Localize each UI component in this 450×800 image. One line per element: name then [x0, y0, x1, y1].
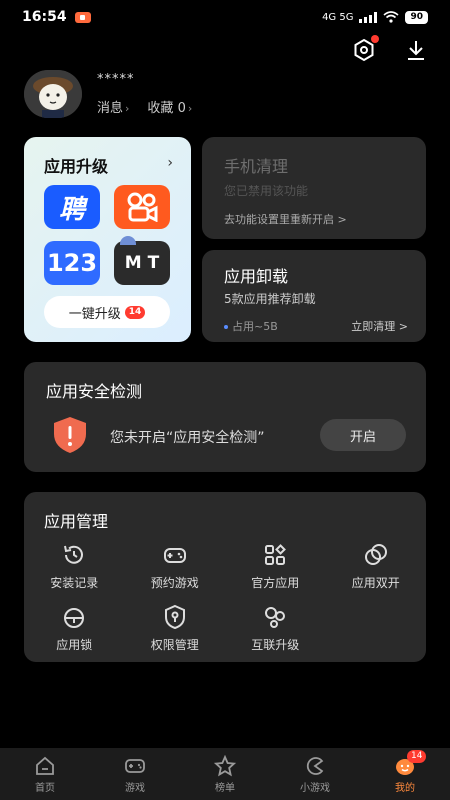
management-item-permissions[interactable]: 权限管理 — [125, 604, 226, 658]
status-time: 16:54 — [22, 9, 67, 25]
app-tile-123: 123 — [44, 241, 100, 285]
pacman-icon — [306, 756, 324, 775]
security-check-card: 应用安全检测 您未开启“应用安全检测” 开启 — [24, 362, 426, 472]
nav-label: 榜单 — [215, 782, 235, 794]
management-item-label: 安装记录 — [50, 576, 99, 590]
kuaishou-icon — [127, 192, 158, 222]
gamepad-icon — [125, 758, 145, 773]
management-item-label: 应用双开 — [351, 576, 400, 590]
profile-section: ***** 消息 › 收藏 0 › — [24, 70, 192, 118]
upgrade-app-grid: 聘 123 M T — [44, 185, 170, 285]
messages-label: 消息 — [97, 101, 124, 116]
history-icon — [64, 545, 84, 564]
notification-dot — [371, 35, 379, 43]
shield-key-icon — [164, 604, 185, 630]
avatar[interactable] — [24, 70, 82, 118]
profile-info: ***** 消息 › 收藏 0 › — [97, 72, 192, 116]
top-actions — [352, 35, 428, 62]
uninstall-subtitle: 5款应用推荐卸载 — [224, 292, 316, 306]
nav-mini-games[interactable]: 小游戏 — [270, 748, 360, 800]
management-item-label: 预约游戏 — [150, 576, 199, 590]
app-tile-kuaishou — [114, 185, 170, 229]
nav-label: 我的 — [395, 782, 415, 794]
download-icon — [408, 41, 424, 60]
enable-security-button[interactable]: 开启 — [320, 419, 406, 451]
management-item-install-history[interactable]: 安装记录 — [24, 542, 125, 596]
lock-icon — [64, 608, 85, 628]
bottom-navigation: 首页 游戏 榜单 小游戏 我的 14 — [0, 748, 450, 800]
management-item-official-apps[interactable]: 官方应用 — [225, 542, 326, 596]
download-button[interactable] — [404, 38, 428, 62]
status-bar: 16:54 4G 5G 90 — [0, 0, 450, 34]
management-item-app-lock[interactable]: 应用锁 — [24, 604, 125, 658]
management-grid: 安装记录 预约游戏 官方应用 应用双开 应用锁 权限管理 互联升级 — [24, 542, 426, 658]
nav-mine[interactable]: 我的 14 — [360, 748, 450, 800]
status-indicators: 4G 5G 90 — [322, 10, 428, 24]
management-item-label: 应用锁 — [56, 638, 93, 652]
app-notification-icon — [74, 11, 91, 23]
app-tile-label: M T — [124, 253, 160, 273]
management-item-label: 互联升级 — [251, 638, 300, 652]
settings-button[interactable] — [352, 35, 379, 62]
management-item-label: 官方应用 — [251, 576, 300, 590]
battery-indicator: 90 — [405, 10, 428, 24]
wifi-icon — [383, 11, 399, 23]
nav-label: 小游戏 — [300, 782, 330, 794]
management-item-connected-upgrade[interactable]: 互联升级 — [225, 604, 326, 658]
app-management-card: 应用管理 安装记录 预约游戏 官方应用 应用双开 应用锁 权限管理 互联升级 — [24, 492, 426, 662]
uninstall-usage: 占用~5B — [224, 318, 278, 334]
avatar-image — [24, 70, 82, 118]
clean-now-link[interactable]: 立即清理 > — [351, 318, 408, 334]
android-icon — [120, 236, 136, 245]
upgrade-title: 应用升级 — [44, 157, 109, 176]
apps-grid-icon — [265, 544, 287, 565]
upgrade-count-badge: 14 — [124, 305, 146, 319]
one-key-upgrade-label: 一键升级 — [68, 306, 121, 322]
cleanup-title: 手机清理 — [224, 157, 289, 176]
profile-links: 消息 › 收藏 0 › — [97, 97, 192, 116]
app-tile-label: 123 — [46, 249, 98, 277]
app-tile-label: 聘 — [58, 194, 85, 225]
messages-link[interactable]: 消息 › — [97, 97, 129, 116]
network-label: 4G 5G — [322, 11, 354, 23]
chevron-right-icon: › — [187, 102, 193, 115]
one-key-upgrade-button[interactable]: 一键升级 14 — [44, 296, 170, 328]
management-item-reserve-game[interactable]: 预约游戏 — [125, 542, 226, 596]
cleanup-subtitle: 您已禁用该功能 — [224, 184, 309, 198]
gamepad-icon — [163, 548, 186, 563]
cleanup-settings-link[interactable]: 去功能设置里重新开启 > — [224, 211, 347, 227]
upgrade-card[interactable]: 应用升级 › 聘 123 M T 一键升级 14 — [24, 137, 191, 342]
management-title: 应用管理 — [44, 512, 109, 531]
favorites-count: 0 — [177, 101, 186, 116]
app-uninstall-card[interactable]: 应用卸载 5款应用推荐卸载 占用~5B 立即清理 > — [202, 250, 426, 342]
chevron-right-icon: › — [125, 102, 130, 115]
chevron-right-icon: › — [167, 155, 173, 171]
username: ***** — [97, 72, 135, 87]
security-message: 您未开启“应用安全检测” — [110, 430, 265, 446]
dual-circle-icon — [364, 544, 387, 565]
app-tile-mt: M T — [114, 236, 170, 285]
nav-label: 游戏 — [125, 782, 145, 794]
phone-cleanup-card[interactable]: 手机清理 您已禁用该功能 去功能设置里重新开启 > — [202, 137, 426, 239]
management-item-label: 权限管理 — [150, 638, 199, 652]
nav-label: 首页 — [35, 782, 55, 794]
security-title: 应用安全检测 — [46, 382, 143, 401]
favorites-link[interactable]: 收藏 0 › — [147, 97, 192, 116]
management-item-dual-apps[interactable]: 应用双开 — [326, 542, 427, 596]
home-icon — [36, 756, 54, 775]
nav-home[interactable]: 首页 — [0, 748, 90, 800]
nav-rankings[interactable]: 榜单 — [180, 748, 270, 800]
nav-games[interactable]: 游戏 — [90, 748, 180, 800]
app-tile-zhaopin: 聘 — [44, 185, 100, 229]
signal-icon — [359, 11, 378, 23]
mine-count-badge: 14 — [407, 750, 427, 763]
star-icon — [214, 754, 236, 776]
link-icon — [265, 607, 286, 628]
uninstall-title: 应用卸载 — [224, 267, 289, 286]
favorites-label: 收藏 — [147, 101, 174, 116]
warning-shield-icon — [54, 417, 86, 453]
